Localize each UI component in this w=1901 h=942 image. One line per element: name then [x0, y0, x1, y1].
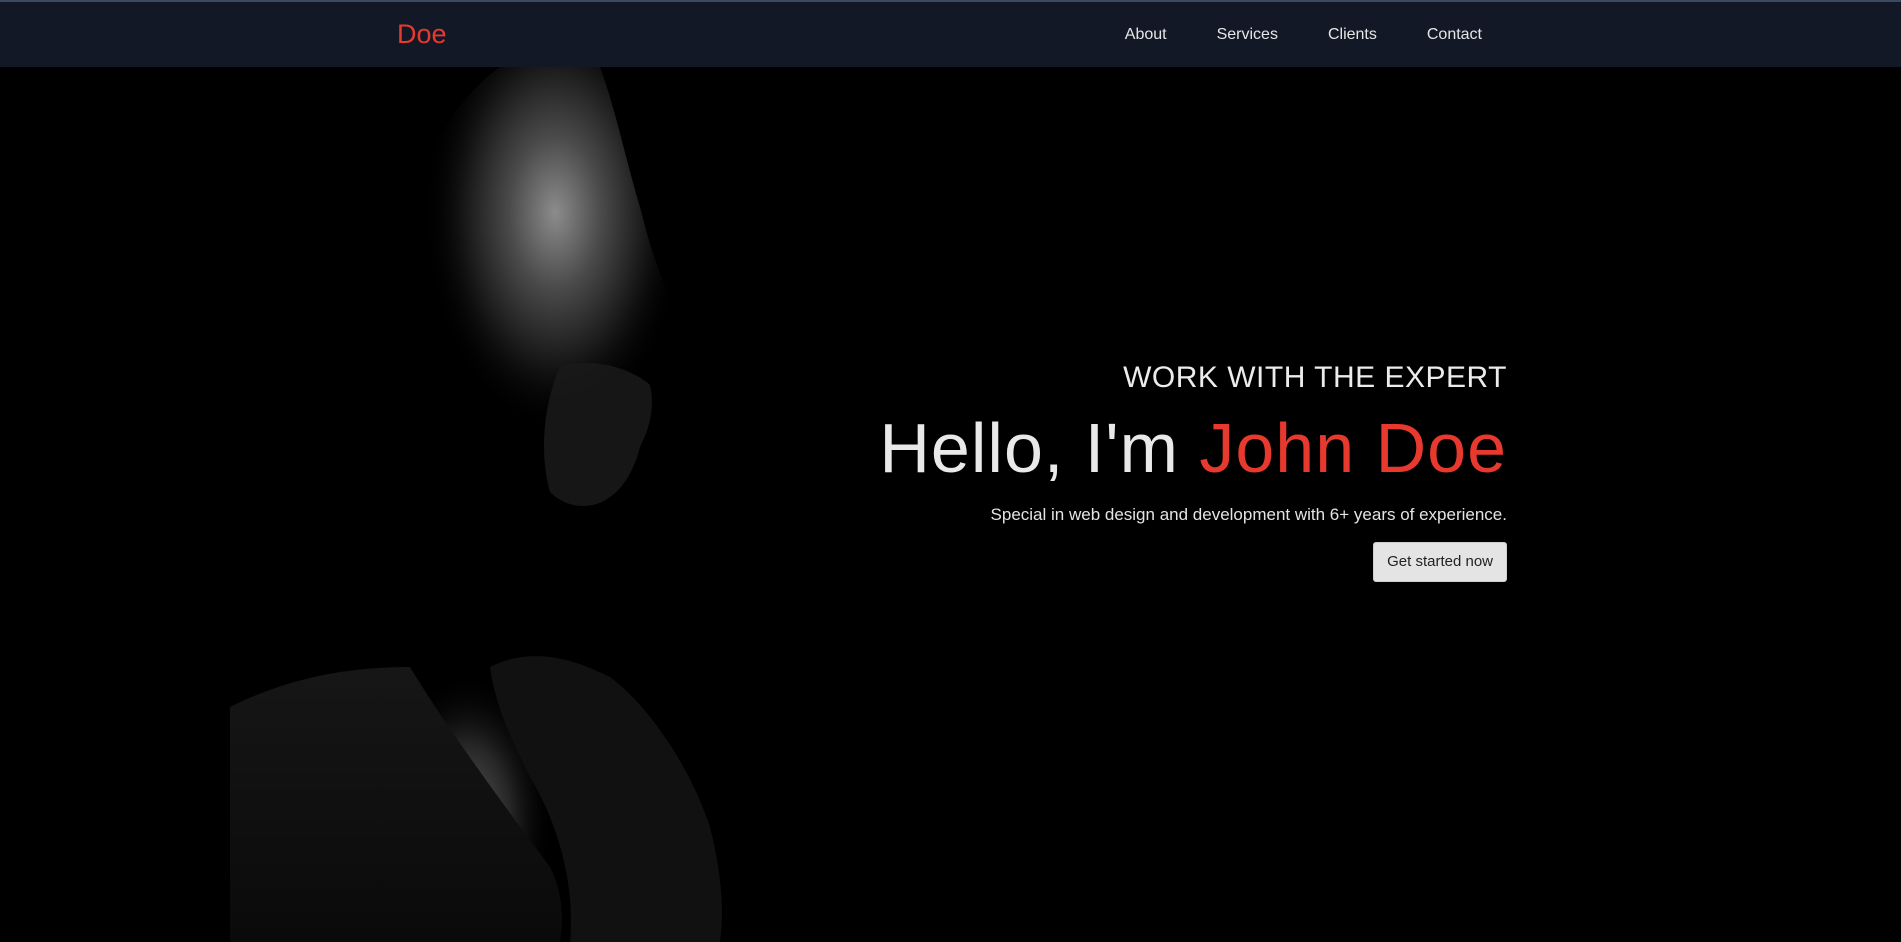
navbar: Doe About Services Clients Contact [0, 0, 1901, 67]
hero-title: Hello, I'm John Doe [707, 406, 1507, 490]
nav-item-services: Services [1217, 24, 1278, 46]
nav-item-clients: Clients [1328, 24, 1377, 46]
hero-section: WORK WITH THE EXPERT Hello, I'm John Doe… [707, 360, 1507, 582]
page: Doe About Services Clients Contact WORK … [0, 0, 1901, 942]
hero-kicker: WORK WITH THE EXPERT [1123, 361, 1507, 394]
nav-item-contact: Contact [1427, 24, 1482, 46]
brand-logo[interactable]: Doe [397, 18, 447, 50]
get-started-button[interactable]: Get started now [1373, 542, 1507, 582]
nav-item-about: About [1125, 24, 1167, 46]
nav-link-clients[interactable]: Clients [1328, 26, 1377, 43]
nav-link-contact[interactable]: Contact [1427, 26, 1482, 43]
nav-link-services[interactable]: Services [1217, 26, 1278, 43]
nav-links: About Services Clients Contact [1125, 24, 1482, 46]
nav-link-about[interactable]: About [1125, 26, 1167, 43]
hero-title-name: John Doe [1199, 409, 1507, 487]
hero-title-prefix: Hello, I'm [879, 409, 1200, 487]
hero-subtitle: Special in web design and development wi… [990, 505, 1507, 524]
